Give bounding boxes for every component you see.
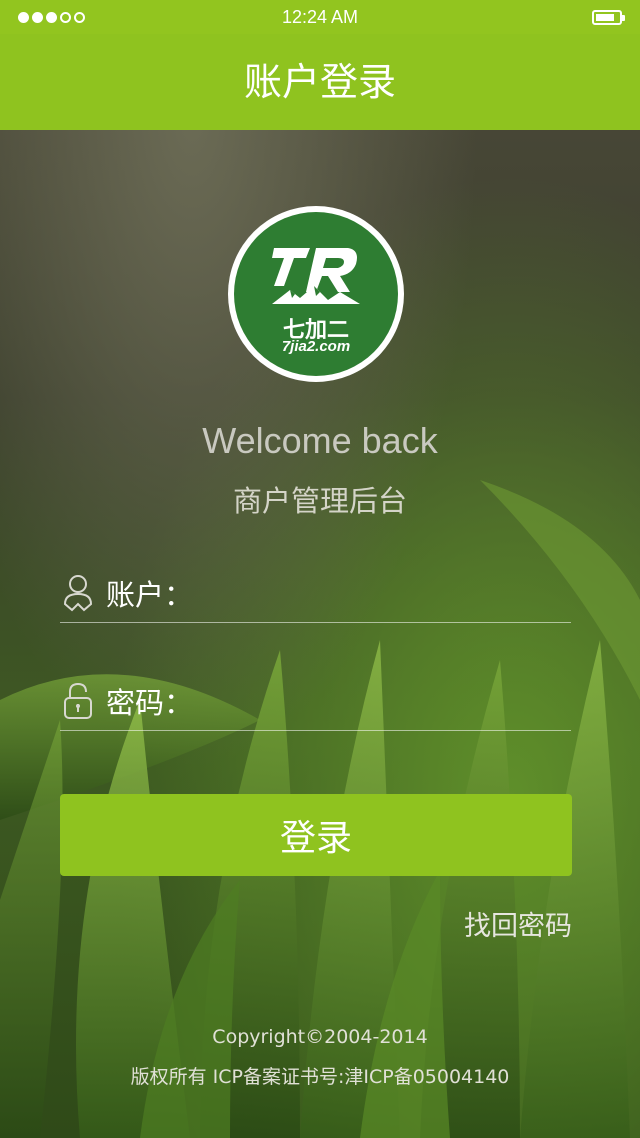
icp-text: 版权所有 ICP备案证书号:津ICP备05004140 [130, 1066, 510, 1088]
account-label: 账户： [106, 578, 194, 612]
account-input[interactable] [200, 570, 564, 616]
page-title: 账户登录 [0, 34, 640, 130]
login-screen: 12:24 AM 账户登录 七加二 7jia2.com Welcome back… [0, 0, 640, 1138]
forgot-password-link[interactable]: 找回密码 [464, 904, 572, 943]
status-bar: 12:24 AM [0, 0, 640, 34]
password-field[interactable]: 密码： [60, 670, 571, 731]
lock-icon [64, 682, 92, 719]
logo-url: 7jia2.com [281, 338, 351, 355]
password-input[interactable] [200, 678, 564, 724]
copyright-text: Copyright©2004-2014 [212, 1026, 428, 1048]
welcome-title: Welcome back [202, 420, 438, 461]
logo-mark-icon [272, 248, 360, 304]
status-time: 12:24 AM [281, 7, 359, 27]
welcome-subtitle: 商户管理后台 [232, 484, 407, 518]
password-label: 密码： [106, 686, 194, 720]
login-button[interactable]: 登录 [60, 794, 572, 876]
user-icon [63, 575, 93, 612]
brand-logo: 七加二 7jia2.com [228, 206, 404, 382]
battery-icon [592, 10, 625, 25]
account-field[interactable]: 账户： [60, 562, 571, 623]
